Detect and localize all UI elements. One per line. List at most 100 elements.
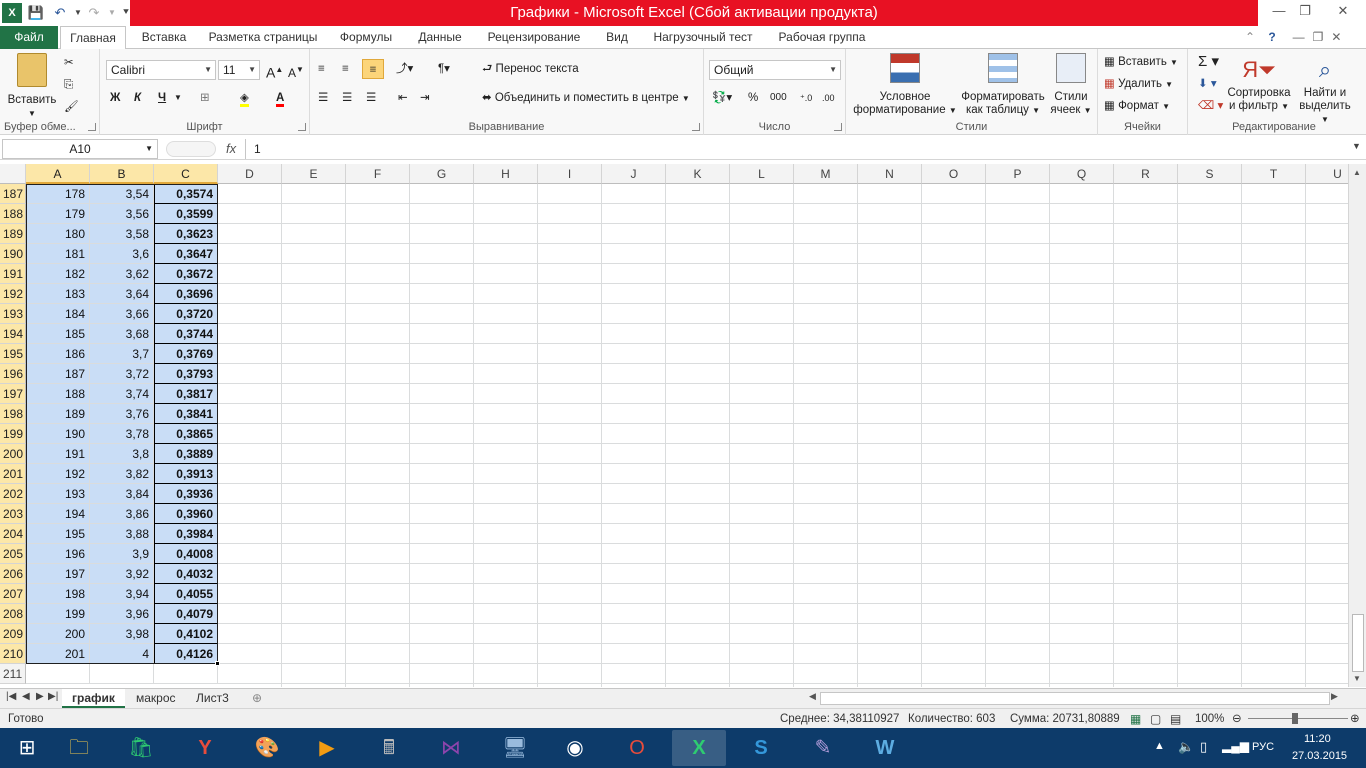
- column-header[interactable]: P: [986, 164, 1050, 184]
- last-sheet-icon[interactable]: ▶|: [48, 691, 58, 702]
- cell-b[interactable]: 3,8: [90, 444, 154, 464]
- tab-formulas[interactable]: Формулы: [332, 26, 400, 49]
- orientation-icon[interactable]: ⤴▾: [396, 59, 413, 79]
- cell-c[interactable]: 0,3599: [154, 204, 218, 224]
- cell-c[interactable]: 0,3696: [154, 284, 218, 304]
- cell-b[interactable]: 3,84: [90, 484, 154, 504]
- scroll-up-icon[interactable]: ▲: [1353, 168, 1361, 177]
- tab-home[interactable]: Главная: [60, 26, 126, 50]
- word-icon[interactable]: W: [858, 730, 912, 766]
- formula-bar-handle[interactable]: [166, 141, 216, 157]
- column-header[interactable]: K: [666, 164, 730, 184]
- file-explorer-icon[interactable]: 🗀: [52, 730, 106, 766]
- cell-a[interactable]: 191: [26, 444, 90, 464]
- row-header[interactable]: 208: [0, 604, 26, 624]
- merge-center-button[interactable]: ⬌ Объединить и поместить в центре ▼: [482, 88, 690, 108]
- column-header[interactable]: C: [154, 164, 218, 184]
- row-header[interactable]: 187: [0, 184, 26, 204]
- zoom-out-icon[interactable]: ⊖: [1232, 709, 1242, 729]
- cell-a[interactable]: 178: [26, 184, 90, 204]
- cell-b[interactable]: [90, 664, 154, 684]
- horizontal-scrollbar[interactable]: ◀ ▶: [809, 691, 1338, 705]
- cell-a[interactable]: 200: [26, 624, 90, 644]
- cell-c[interactable]: 0,3672: [154, 264, 218, 284]
- cell-a[interactable]: 179: [26, 204, 90, 224]
- formula-input[interactable]: 1: [245, 139, 1348, 159]
- increase-decimal-icon[interactable]: ⁺.0: [800, 88, 812, 108]
- cell-c[interactable]: 0,3984: [154, 524, 218, 544]
- tab-file[interactable]: Файл: [0, 26, 58, 49]
- tray-expand-icon[interactable]: ▲: [1154, 740, 1165, 752]
- align-center-icon[interactable]: ☰: [342, 88, 352, 108]
- tab-view[interactable]: Вид: [596, 26, 638, 49]
- sheet-tab-grafik[interactable]: график: [62, 689, 125, 708]
- increase-font-icon[interactable]: A▲: [266, 60, 283, 81]
- cell-c[interactable]: 0,3793: [154, 364, 218, 384]
- battery-icon[interactable]: ▯: [1200, 739, 1207, 755]
- conditional-formatting-button[interactable]: Условное форматирование ▼: [852, 53, 958, 117]
- cell-b[interactable]: 3,64: [90, 284, 154, 304]
- currency-icon[interactable]: 💱▾: [712, 88, 732, 108]
- cell-c[interactable]: 0,3936: [154, 484, 218, 504]
- increase-indent-icon[interactable]: ⇥: [420, 88, 430, 108]
- yandex-browser-icon[interactable]: Y: [178, 730, 232, 766]
- row-header[interactable]: 204: [0, 524, 26, 544]
- insert-function-icon[interactable]: fx: [226, 139, 236, 159]
- horizontal-scroll-thumb[interactable]: [837, 694, 1293, 703]
- column-header[interactable]: U: [1306, 164, 1348, 184]
- font-color-icon[interactable]: A: [276, 88, 285, 108]
- row-header[interactable]: 195: [0, 344, 26, 364]
- remote-desktop-icon[interactable]: 🖥: [488, 730, 542, 766]
- delete-cells-button[interactable]: ▦ Удалить ▼: [1104, 74, 1173, 94]
- cell-a[interactable]: 198: [26, 584, 90, 604]
- align-bottom-icon[interactable]: ≡: [362, 59, 384, 79]
- row-header[interactable]: 209: [0, 624, 26, 644]
- cell-c[interactable]: 0,3647: [154, 244, 218, 264]
- cell-c[interactable]: 0,3913: [154, 464, 218, 484]
- paste-button[interactable]: Вставить ▼: [6, 53, 58, 120]
- row-header[interactable]: 194: [0, 324, 26, 344]
- cell-c[interactable]: 0,3744: [154, 324, 218, 344]
- tab-workgroup[interactable]: Рабочая группа: [768, 26, 876, 49]
- row-header[interactable]: 196: [0, 364, 26, 384]
- row-header[interactable]: 210: [0, 644, 26, 664]
- cell-c[interactable]: 0,3769: [154, 344, 218, 364]
- italic-button[interactable]: К: [134, 88, 141, 108]
- media-player-icon[interactable]: ▶: [300, 730, 354, 766]
- windows-start-icon[interactable]: ⊞: [0, 730, 54, 766]
- row-header[interactable]: 202: [0, 484, 26, 504]
- redo-icon[interactable]: ↷: [84, 3, 104, 23]
- store-icon[interactable]: 🛍: [114, 730, 168, 766]
- prev-sheet-icon[interactable]: ◀: [22, 691, 30, 702]
- row-header[interactable]: 197: [0, 384, 26, 404]
- column-header[interactable]: S: [1178, 164, 1242, 184]
- row-header[interactable]: 205: [0, 544, 26, 564]
- cell-c[interactable]: 0,4126: [154, 644, 218, 664]
- cell-b[interactable]: 3,86: [90, 504, 154, 524]
- tab-load-test[interactable]: Нагрузочный тест: [646, 26, 760, 49]
- row-header[interactable]: 191: [0, 264, 26, 284]
- column-header[interactable]: J: [602, 164, 666, 184]
- cell-a[interactable]: 187: [26, 364, 90, 384]
- vertical-scroll-thumb[interactable]: [1352, 614, 1364, 672]
- network-icon[interactable]: ▂▄▆: [1222, 739, 1249, 753]
- find-select-button[interactable]: ⌕ Найти и выделить ▼: [1294, 53, 1356, 126]
- cell-a[interactable]: 182: [26, 264, 90, 284]
- cell-a[interactable]: 185: [26, 324, 90, 344]
- format-as-table-button[interactable]: Форматировать как таблицу ▼: [958, 53, 1048, 117]
- cell-b[interactable]: 3,9: [90, 544, 154, 564]
- row-header[interactable]: 193: [0, 304, 26, 324]
- zoom-slider-thumb[interactable]: [1292, 713, 1298, 724]
- minimize-ribbon-icon[interactable]: ⌃: [1240, 26, 1260, 49]
- cell-a[interactable]: 193: [26, 484, 90, 504]
- cell-a[interactable]: 181: [26, 244, 90, 264]
- tab-review[interactable]: Рецензирование: [480, 26, 588, 49]
- cell-a[interactable]: 189: [26, 404, 90, 424]
- cell-b[interactable]: 3,76: [90, 404, 154, 424]
- wrap-text-button[interactable]: ⮐ Перенос текста: [482, 59, 579, 79]
- column-header[interactable]: O: [922, 164, 986, 184]
- cell-a[interactable]: 184: [26, 304, 90, 324]
- paint-icon[interactable]: 🎨: [240, 730, 294, 766]
- sheet-tab-makros[interactable]: макрос: [126, 689, 186, 708]
- cell-b[interactable]: 3,82: [90, 464, 154, 484]
